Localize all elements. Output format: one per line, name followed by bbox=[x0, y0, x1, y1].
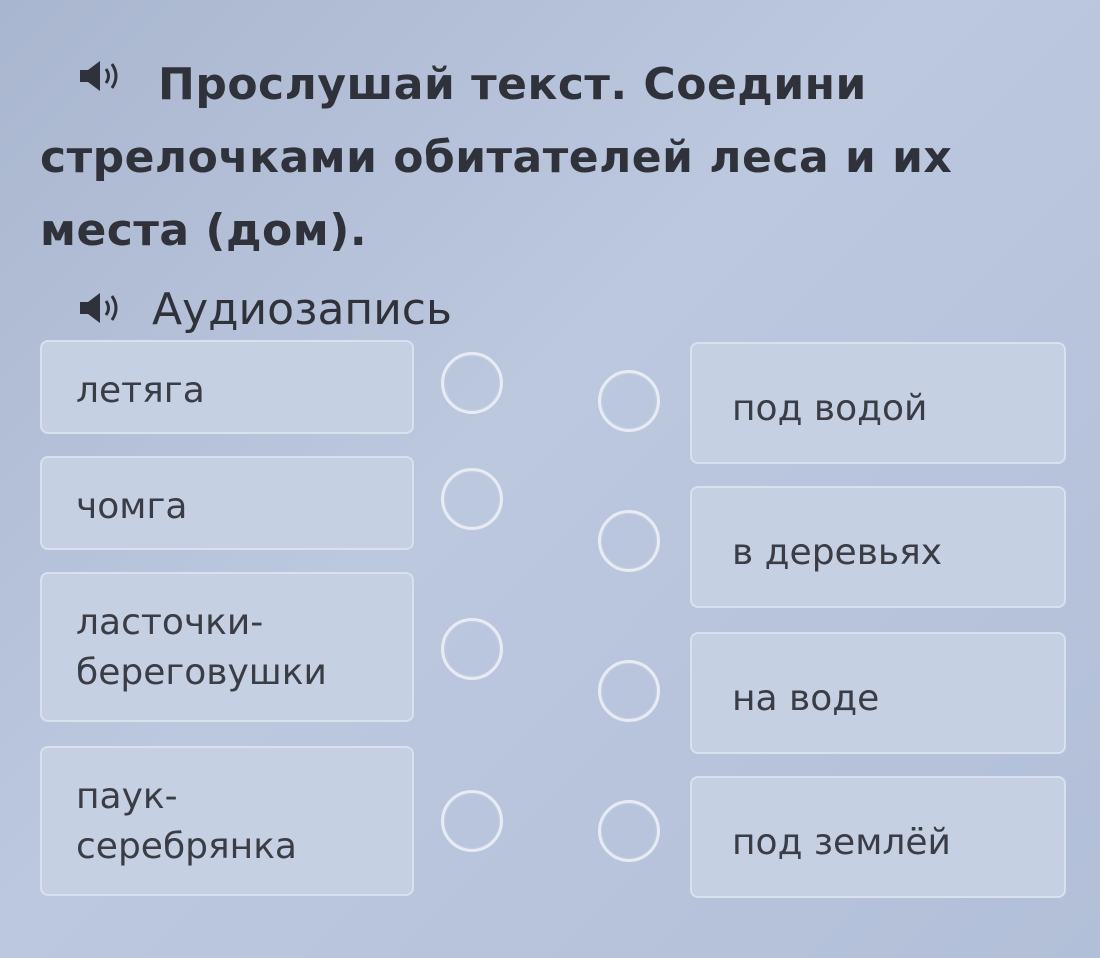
right-item-3[interactable]: на воде bbox=[690, 632, 1066, 754]
left-connector-2[interactable] bbox=[441, 468, 503, 530]
right-item-label: под водой bbox=[732, 388, 928, 429]
speaker-icon bbox=[80, 293, 118, 323]
left-item-4[interactable]: паук-серебрянка bbox=[40, 746, 414, 896]
right-item-4[interactable]: под землёй bbox=[690, 776, 1066, 898]
right-item-label: под землёй bbox=[732, 822, 951, 863]
right-item-label: в деревьях bbox=[732, 532, 943, 573]
audio-recording-label[interactable]: Аудиозапись bbox=[152, 282, 452, 338]
right-connector-1[interactable] bbox=[598, 370, 660, 432]
left-connector-1[interactable] bbox=[441, 352, 503, 414]
right-connector-4[interactable] bbox=[598, 800, 660, 862]
right-item-1[interactable]: под водой bbox=[690, 342, 1066, 464]
audio-speaker-icon[interactable] bbox=[78, 290, 128, 326]
left-item-label: чомга bbox=[76, 486, 188, 527]
left-item-3[interactable]: ласточки-береговушки bbox=[40, 572, 414, 722]
right-connector-2[interactable] bbox=[598, 510, 660, 572]
task-title-text: Прослушай текст. Соедини стрелочками оби… bbox=[40, 59, 953, 256]
left-connector-4[interactable] bbox=[441, 790, 503, 852]
left-item-2[interactable]: чомга bbox=[40, 456, 414, 550]
left-connector-3[interactable] bbox=[441, 618, 503, 680]
right-item-label: на воде bbox=[732, 678, 880, 719]
left-item-label: ласточки-береговушки bbox=[76, 602, 327, 693]
left-item-label: летяга bbox=[76, 370, 205, 411]
left-item-label: паук-серебрянка bbox=[76, 776, 297, 867]
left-item-1[interactable]: летяга bbox=[40, 340, 414, 434]
task-title: Прослушай текст. Соедини стрелочками оби… bbox=[40, 48, 1040, 267]
right-connector-3[interactable] bbox=[598, 660, 660, 722]
right-item-2[interactable]: в деревьях bbox=[690, 486, 1066, 608]
